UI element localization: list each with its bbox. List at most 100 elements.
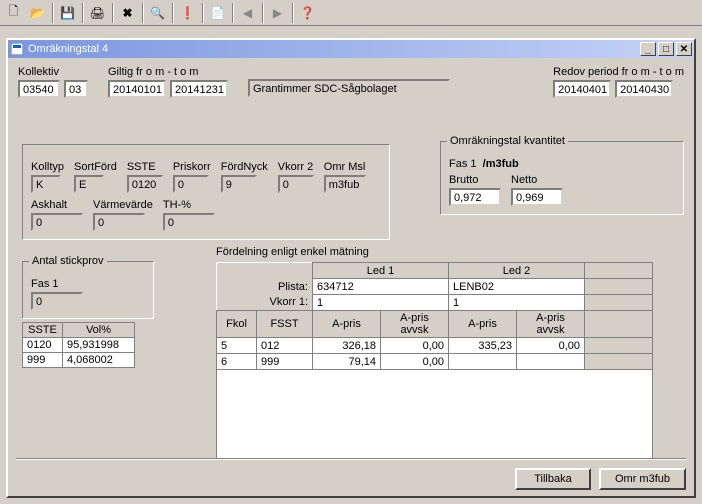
app-toolbar: 🗋 📂 💾 🖨 ✖ 🔍 ❗ 📄 ◀ ▶ ❓ xyxy=(0,0,702,26)
cell: 0,00 xyxy=(381,338,449,354)
cell xyxy=(517,354,585,370)
table-row[interactable]: 6 999 79,14 0,00 xyxy=(217,354,653,370)
tb-copy-icon[interactable]: 📄 xyxy=(206,2,229,24)
omr-button[interactable]: Omr m3fub xyxy=(599,468,686,490)
cell: 79,14 xyxy=(313,354,381,370)
giltig-to-input[interactable]: 20141231 xyxy=(170,80,228,98)
giltig-from-input[interactable]: 20140101 xyxy=(108,80,166,98)
varmev-field: 0 xyxy=(93,213,145,231)
table-row[interactable]: 0120 95,931998 xyxy=(23,338,135,353)
kollektiv2-input[interactable]: 03 xyxy=(64,80,88,98)
tb-sep xyxy=(172,3,174,23)
cell: 95,931998 xyxy=(63,338,135,353)
window-title: Omräkningstal 4 xyxy=(28,43,638,55)
netto-input[interactable]: 0,969 xyxy=(511,188,563,206)
vol-col-header: Vol% xyxy=(63,323,135,338)
client-area: Kollektiv 03540 03 Giltig fr o m - t o m… xyxy=(8,58,694,496)
fkol-header: Fkol xyxy=(217,311,257,338)
fas-label: Fas 1 xyxy=(449,158,477,170)
desc-field: Grantimmer SDC-Sågbolaget xyxy=(248,79,450,97)
kollektiv-label: Kollektiv xyxy=(18,66,88,78)
tb-new-icon[interactable]: 🗋 xyxy=(2,2,25,24)
tb-next-icon[interactable]: ▶ xyxy=(266,2,289,24)
vkorr2-label: Vkorr 2 xyxy=(278,161,314,173)
sste-col-header: SSTE xyxy=(23,323,63,338)
redov-from-input[interactable]: 20140401 xyxy=(553,80,611,98)
dist-header-table[interactable]: Led 1 Led 2 Plista: 634712 LENB02 Vkorr … xyxy=(216,262,653,370)
askhalt-label: Askhalt xyxy=(31,199,83,211)
tb-sep xyxy=(202,3,204,23)
avvsk2-header: A-pris avvsk xyxy=(517,311,585,338)
sste-field: 0120 xyxy=(127,175,163,193)
omrmsl-label: Omr Msl xyxy=(324,161,366,173)
cell: 5 xyxy=(217,338,257,354)
tb-sep xyxy=(52,3,54,23)
footer: Tillbaka Omr m3fub xyxy=(16,458,686,490)
sortford-label: SortFörd xyxy=(74,161,117,173)
titlebar: Omräkningstal 4 _ □ ✕ xyxy=(8,40,694,58)
netto-label: Netto xyxy=(511,174,563,186)
maximize-button[interactable]: □ xyxy=(658,42,674,56)
cell: 999 xyxy=(23,353,63,368)
footer-divider xyxy=(16,458,686,460)
plista1-cell: 634712 xyxy=(313,279,449,295)
vkorr1-2-cell: 1 xyxy=(449,295,585,311)
close-button[interactable]: ✕ xyxy=(676,42,692,56)
tb-sep xyxy=(292,3,294,23)
avvsk1-header: A-pris avvsk xyxy=(381,311,449,338)
askhalt-field: 0 xyxy=(31,213,83,231)
tb-warn-icon[interactable]: ❗ xyxy=(176,2,199,24)
tb-sep xyxy=(142,3,144,23)
minimize-button[interactable]: _ xyxy=(640,42,656,56)
plista2-cell: LENB02 xyxy=(449,279,585,295)
omrmsl-field: m3fub xyxy=(324,175,366,193)
table-row[interactable]: 5 012 326,18 0,00 335,23 0,00 xyxy=(217,338,653,354)
redov-label: Redov period fr o m - t o m xyxy=(553,66,684,78)
fas1-label: Fas 1 xyxy=(31,278,145,290)
vkorr2-field: 0 xyxy=(278,175,314,193)
sste-table[interactable]: SSTE Vol% 0120 95,931998 999 4,068002 xyxy=(22,322,135,368)
redov-to-input[interactable]: 20140430 xyxy=(615,80,673,98)
vkorr1-1-cell: 1 xyxy=(313,295,449,311)
sste-label: SSTE xyxy=(127,161,163,173)
varmev-label: Värmevärde xyxy=(93,199,153,211)
table-empty-area xyxy=(216,370,653,460)
cell: 335,23 xyxy=(449,338,517,354)
priskorr-label: Priskorr xyxy=(173,161,211,173)
th-field: 0 xyxy=(163,213,215,231)
window-icon xyxy=(10,42,24,56)
apris2-header: A-pris xyxy=(449,311,517,338)
tb-sep xyxy=(232,3,234,23)
cell: 6 xyxy=(217,354,257,370)
tillbaka-button[interactable]: Tillbaka xyxy=(515,468,591,490)
cell: 0,00 xyxy=(381,354,449,370)
tb-sep xyxy=(82,3,84,23)
main-window: Omräkningstal 4 _ □ ✕ Kollektiv 03540 03… xyxy=(6,38,696,498)
tb-prev-icon[interactable]: ◀ xyxy=(236,2,259,24)
fas1-field: 0 xyxy=(31,292,83,310)
fordnyck-field: 9 xyxy=(221,175,257,193)
omr-kvant-group: Fas 1 /m3fub Brutto0,972 Netto0,969 xyxy=(440,141,684,215)
cell: 012 xyxy=(257,338,313,354)
tb-print-icon[interactable]: 🖨 xyxy=(86,2,109,24)
tb-open-icon[interactable]: 📂 xyxy=(26,2,49,24)
tb-delete-icon[interactable]: ✖ xyxy=(116,2,139,24)
table-row[interactable]: 999 4,068002 xyxy=(23,353,135,368)
apris1-header: A-pris xyxy=(313,311,381,338)
stickprov-group: Fas 1 0 xyxy=(22,261,154,319)
fsst-header: FSST xyxy=(257,311,313,338)
dist-title: Fördelning enligt enkel mätning xyxy=(216,246,653,258)
tb-save-icon[interactable]: 💾 xyxy=(56,2,79,24)
tb-find-icon[interactable]: 🔍 xyxy=(146,2,169,24)
fas-unit: /m3fub xyxy=(483,158,519,170)
vkorr1-label: Vkorr 1: xyxy=(257,295,313,311)
tb-sep xyxy=(112,3,114,23)
distribution-section: Fördelning enligt enkel mätning Led 1 Le… xyxy=(216,246,653,460)
cell xyxy=(449,354,517,370)
fordnyck-label: FördNyck xyxy=(221,161,268,173)
kollektiv1-input[interactable]: 03540 xyxy=(18,80,60,98)
tb-help-icon[interactable]: ❓ xyxy=(296,2,319,24)
brutto-input[interactable]: 0,972 xyxy=(449,188,501,206)
sste-table-wrap: SSTE Vol% 0120 95,931998 999 4,068002 xyxy=(22,322,135,368)
led1-header: Led 1 xyxy=(313,263,449,279)
